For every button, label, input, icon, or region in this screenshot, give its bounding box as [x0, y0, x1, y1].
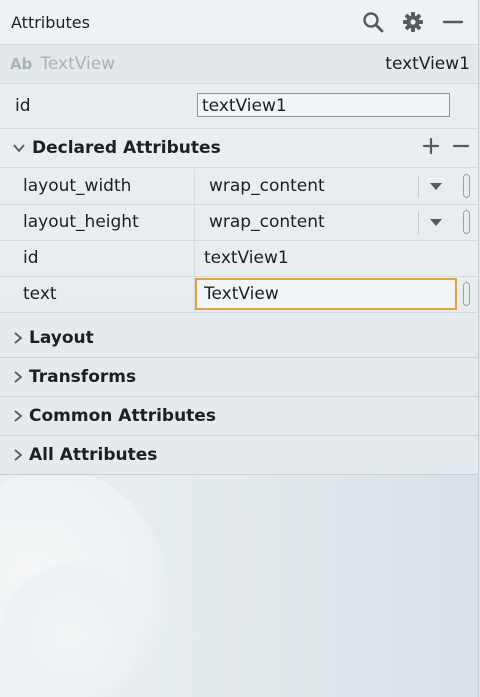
section-transforms[interactable]: Transforms [0, 358, 478, 397]
declared-attributes-header[interactable]: Declared Attributes [0, 129, 478, 168]
gear-icon[interactable] [398, 7, 428, 37]
resource-picker-handle[interactable] [463, 174, 470, 198]
attribute-name: id [23, 248, 39, 268]
layout-width-value[interactable]: wrap_content [209, 169, 325, 204]
minimize-icon[interactable] [438, 7, 468, 37]
column-divider [194, 169, 195, 204]
dropdown-arrow-icon[interactable] [428, 180, 444, 192]
add-attribute-icon[interactable] [422, 137, 440, 159]
attribute-name: layout_height [23, 212, 139, 232]
section-label: Layout [29, 328, 94, 348]
attribute-row-id: id textView1 [0, 241, 478, 277]
text-value-input[interactable]: TextView [195, 278, 457, 310]
section-layout[interactable]: Layout [0, 319, 478, 358]
id-row: id textView1 [0, 84, 478, 129]
dropdown-arrow-icon[interactable] [428, 216, 444, 228]
dropdown-separator [418, 175, 419, 198]
dropdown-separator [418, 211, 419, 234]
attribute-row-text: text TextView [0, 277, 478, 313]
id-input[interactable]: textView1 [197, 93, 450, 117]
remove-attribute-icon[interactable] [452, 137, 470, 159]
column-divider [194, 205, 195, 240]
chevron-right-icon[interactable] [12, 331, 24, 345]
attributes-panel: Attributes Ab TextView textView1 id text… [0, 0, 479, 697]
resource-picker-handle[interactable] [463, 282, 470, 306]
layout-height-value[interactable]: wrap_content [209, 205, 325, 240]
textview-icon: Ab [10, 55, 33, 73]
panel-header: Attributes [0, 0, 478, 45]
attribute-row-layout-width: layout_width wrap_content [0, 169, 478, 205]
section-all-attributes[interactable]: All Attributes [0, 436, 478, 475]
declared-attributes-title: Declared Attributes [32, 138, 221, 158]
component-summary: Ab TextView textView1 [0, 45, 478, 84]
id-value[interactable]: textView1 [204, 241, 289, 276]
section-label: Transforms [29, 367, 137, 387]
component-id: textView1 [385, 54, 470, 74]
section-label: All Attributes [29, 445, 158, 465]
background-cloud [0, 560, 140, 697]
component-type: TextView [40, 54, 116, 74]
id-label: id [15, 96, 31, 116]
attribute-row-layout-height: layout_height wrap_content [0, 205, 478, 241]
chevron-right-icon[interactable] [12, 409, 24, 423]
resource-picker-handle[interactable] [463, 210, 470, 234]
search-icon[interactable] [358, 7, 388, 37]
panel-title: Attributes [11, 12, 90, 32]
section-label: Common Attributes [29, 406, 216, 426]
chevron-right-icon[interactable] [12, 370, 24, 384]
attribute-name: layout_width [23, 176, 132, 196]
chevron-right-icon[interactable] [12, 448, 24, 462]
chevron-down-icon[interactable] [12, 141, 26, 155]
section-common-attributes[interactable]: Common Attributes [0, 397, 478, 436]
attribute-name: text [23, 284, 57, 304]
column-divider [194, 241, 195, 276]
